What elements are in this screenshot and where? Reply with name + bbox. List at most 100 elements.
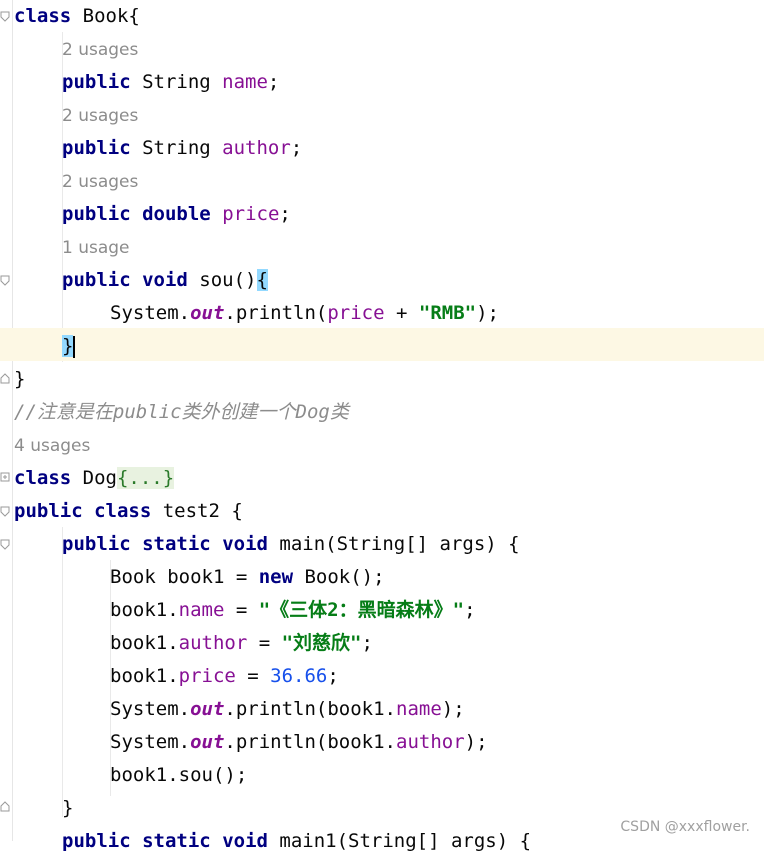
object-ref: book1. xyxy=(110,632,179,654)
punctuation: ); xyxy=(476,302,499,324)
keyword: public xyxy=(62,269,131,291)
usages-hint-text[interactable]: 1 usage xyxy=(62,238,130,258)
class-name: test2 { xyxy=(151,500,243,522)
class-name: Dog xyxy=(71,467,117,489)
field-name: author xyxy=(396,731,465,753)
usages-hint[interactable]: 2 usages xyxy=(62,33,138,66)
code-line[interactable]: book1.author = "刘慈欣"; xyxy=(110,627,373,660)
method-signature: main(String[] args) { xyxy=(267,533,520,555)
code-line[interactable]: public double price; xyxy=(62,198,291,231)
closing-brace: } xyxy=(62,797,74,819)
keyword: double xyxy=(142,203,211,225)
punctuation: ; xyxy=(279,203,291,225)
method-name: sou() xyxy=(187,269,257,291)
usages-hint-text[interactable]: 2 usages xyxy=(62,172,138,192)
string-literal: "RMB" xyxy=(418,302,477,324)
field-name: name xyxy=(178,599,225,621)
string-literal: "《三体2：黑暗森林》" xyxy=(258,599,465,621)
object-ref: book1. xyxy=(110,665,179,687)
usages-hint[interactable]: 4 usages xyxy=(14,429,90,462)
matched-brace: { xyxy=(256,269,268,291)
punctuation: ); xyxy=(464,731,488,753)
code-line[interactable]: } xyxy=(62,330,76,363)
usages-hint[interactable]: 2 usages xyxy=(62,99,138,132)
keyword: static xyxy=(142,533,211,555)
constructor-call: Book(); xyxy=(293,566,385,588)
current-line-highlight xyxy=(0,328,764,361)
keyword: public xyxy=(62,137,131,159)
matched-brace: } xyxy=(62,335,74,357)
punctuation: ; xyxy=(267,71,280,93)
operator: = xyxy=(247,632,282,654)
code-line[interactable]: public String name; xyxy=(62,66,279,99)
keyword: public xyxy=(62,203,131,225)
code-line[interactable]: Book book1 = new Book(); xyxy=(110,561,385,594)
field-name: author xyxy=(222,137,291,159)
field-name: name xyxy=(222,71,268,93)
punctuation: ; xyxy=(327,665,339,687)
operator: = xyxy=(235,665,271,687)
class-ref: System. xyxy=(110,698,191,720)
field-name: price xyxy=(327,302,385,324)
object-ref: book1. xyxy=(110,599,179,621)
fold-marker-icon[interactable] xyxy=(0,275,10,286)
usages-hint[interactable]: 1 usage xyxy=(62,231,130,264)
keyword: class xyxy=(14,5,72,27)
keyword: class xyxy=(14,467,72,489)
operator: = xyxy=(224,599,259,621)
method-call: .println( xyxy=(224,302,328,324)
class-ref: System. xyxy=(110,302,191,324)
watermark: CSDN @xxxflower. xyxy=(620,819,750,835)
code-line[interactable]: public static void main(String[] args) { xyxy=(62,528,520,561)
static-field: out xyxy=(190,731,225,753)
punctuation: ); xyxy=(441,698,465,720)
code-line[interactable]: public static void main1(String[] args) … xyxy=(62,825,531,858)
static-field: out xyxy=(190,698,225,720)
fold-marker-icon[interactable] xyxy=(0,11,10,22)
code-line[interactable]: System.out.println(book1.name); xyxy=(110,693,465,726)
field-name: price xyxy=(178,665,236,687)
keyword: void xyxy=(222,830,268,852)
fold-end-icon[interactable] xyxy=(0,801,10,812)
method-call: book1.sou(); xyxy=(110,764,248,786)
code-line[interactable]: book1.sou(); xyxy=(110,759,247,792)
code-line[interactable]: public void sou(){ xyxy=(62,264,268,297)
type-name: String xyxy=(130,137,223,159)
field-name: price xyxy=(222,203,280,225)
keyword: static xyxy=(142,830,211,852)
code-line[interactable]: public class test2 { xyxy=(14,495,243,528)
code-line[interactable]: book1.price = 36.66; xyxy=(110,660,339,693)
class-name: Book{ xyxy=(71,5,140,27)
fold-marker-icon[interactable] xyxy=(0,506,10,517)
folded-region[interactable]: {...} xyxy=(116,467,175,489)
keyword: public xyxy=(14,500,83,522)
string-literal: "刘慈欣" xyxy=(281,632,362,654)
code-line[interactable]: //注意是在public类外创建一个Dog类 xyxy=(14,396,349,429)
keyword: void xyxy=(222,533,268,555)
keyword: class xyxy=(94,500,152,522)
keyword: public xyxy=(62,533,131,555)
method-call: .println(book1. xyxy=(224,731,396,753)
code-line[interactable]: class Dog{...} xyxy=(14,462,175,495)
punctuation: ; xyxy=(290,137,303,159)
fold-end-icon[interactable] xyxy=(0,373,10,384)
usages-hint[interactable]: 2 usages xyxy=(62,165,138,198)
method-call: .println(book1. xyxy=(224,698,396,720)
fold-expand-icon[interactable] xyxy=(0,472,10,483)
editor-gutter xyxy=(0,0,13,841)
code-line[interactable]: public String author; xyxy=(62,132,302,165)
code-line[interactable]: System.out.println(price + "RMB"); xyxy=(110,297,499,330)
method-signature: main1(String[] args) { xyxy=(267,830,532,852)
fold-marker-icon[interactable] xyxy=(0,539,10,550)
code-line[interactable]: } xyxy=(14,363,25,396)
code-line[interactable]: System.out.println(book1.author); xyxy=(110,726,488,759)
usages-hint-text[interactable]: 2 usages xyxy=(62,40,138,60)
usages-hint-text[interactable]: 2 usages xyxy=(62,106,138,126)
static-field: out xyxy=(190,302,225,324)
operator: + xyxy=(384,302,419,324)
code-line[interactable]: } xyxy=(62,792,73,825)
code-line[interactable]: book1.name = "《三体2：黑暗森林》"; xyxy=(110,594,476,627)
code-line[interactable]: class Book{ xyxy=(14,0,140,33)
usages-hint-text[interactable]: 4 usages xyxy=(14,436,90,456)
text-caret xyxy=(73,335,76,358)
